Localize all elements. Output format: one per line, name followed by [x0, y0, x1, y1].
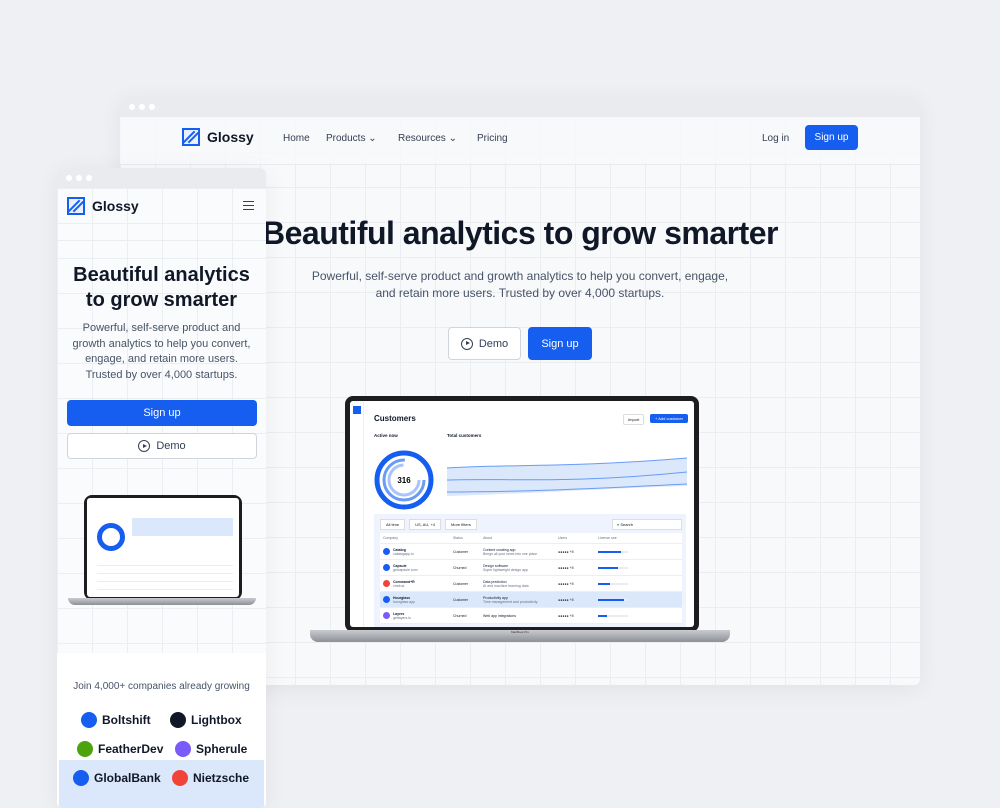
window-titlebar: [120, 97, 920, 117]
mobile-signup-button[interactable]: Sign up: [67, 400, 257, 426]
mobile-demo-button[interactable]: Demo: [67, 433, 257, 459]
social-proof-text: Join 4,000+ companies already growing: [73, 681, 250, 692]
table-row[interactable]: Capsule getcapsule.com Churned Design sof…: [380, 560, 682, 576]
table-row[interactable]: Layers getlayers.io Churned Web app integ…: [380, 608, 682, 624]
column-header: About: [483, 536, 493, 540]
dashboard-title: Customers: [374, 414, 416, 423]
login-link[interactable]: Log in: [762, 133, 789, 144]
chevron-down-icon: ⌄: [448, 133, 457, 144]
active-now-label: Active now: [374, 433, 398, 438]
company-logo-boltshift: Boltshift: [81, 712, 151, 728]
license-use-bar: [598, 566, 628, 569]
import-button[interactable]: Import: [623, 414, 645, 425]
hero-subtitle: Powerful, self-serve product and growth …: [311, 269, 729, 300]
nav-signup-button[interactable]: Sign up: [805, 125, 858, 150]
total-customers-chart: [446, 456, 688, 501]
brand-logo[interactable]: Glossy: [182, 128, 254, 146]
dashboard-preview: Customers Import + Add customer Active n…: [350, 401, 694, 627]
active-now-donut: 316: [374, 450, 434, 510]
mobile-headline: Beautiful analytics to grow smarter: [73, 264, 250, 311]
company-logo-spherule: Spherule: [175, 741, 247, 757]
hero-signup-button[interactable]: Sign up: [528, 327, 592, 360]
license-use-bar: [598, 598, 628, 601]
column-header: License use: [598, 536, 617, 540]
mobile-subtitle: Powerful, self-serve product and growth …: [72, 322, 251, 381]
logo-mark-icon: [172, 770, 188, 786]
nav-home[interactable]: Home: [283, 133, 310, 144]
column-header: Company: [383, 536, 398, 540]
add-customer-button[interactable]: + Add customer: [650, 414, 688, 423]
mobile-brand-logo[interactable]: Glossy: [67, 197, 139, 215]
mobile-laptop-screen: [84, 495, 242, 600]
filter-all-time[interactable]: All time: [380, 519, 406, 530]
play-icon: [460, 337, 473, 350]
dashboard-search[interactable]: ⌕ Search: [612, 519, 682, 530]
brand-name: Glossy: [207, 129, 254, 145]
hero-headline: Beautiful analytics to grow smarter: [262, 215, 778, 251]
nav-resources[interactable]: Resources ⌄: [398, 133, 457, 144]
company-logo-globalbank: GlobalBank: [73, 770, 161, 786]
company-logo-nietzsche: Nietzsche: [172, 770, 249, 786]
demo-button[interactable]: Demo: [448, 327, 521, 360]
company-logo-featherdev: FeatherDev: [77, 741, 163, 757]
play-icon: [138, 440, 151, 452]
nav-pricing[interactable]: Pricing: [477, 133, 508, 144]
table-row[interactable]: Hourglass hourglass.app Customer Producti…: [380, 592, 682, 608]
filter-region[interactable]: US, AU, +4: [409, 519, 442, 530]
logo-mark-icon: [175, 741, 191, 757]
column-header: Users: [558, 536, 568, 540]
column-header: Status: [453, 536, 463, 540]
total-customers-label: Total customers: [447, 433, 482, 438]
laptop-base: MacBook Pro: [310, 630, 730, 642]
logo-mark-icon: [170, 712, 186, 728]
logo-icon: [182, 128, 200, 146]
table-row[interactable]: Catalog catalogapp.io Customer Content cu…: [380, 544, 682, 560]
license-use-bar: [598, 614, 628, 617]
laptop-screen: Customers Import + Add customer Active n…: [345, 396, 699, 632]
active-now-value: 316: [397, 476, 411, 485]
license-use-bar: [598, 582, 628, 585]
table-row[interactable]: Command+R cmdr.ai Customer Data predictio…: [380, 576, 682, 592]
logo-mark-icon: [73, 770, 89, 786]
nav-products[interactable]: Products ⌄: [326, 133, 377, 144]
hamburger-menu-icon[interactable]: [243, 201, 254, 210]
company-logo-lightbox: Lightbox: [170, 712, 242, 728]
logo-mark-icon: [81, 712, 97, 728]
chevron-down-icon: ⌄: [368, 133, 377, 144]
logo-icon: [67, 197, 85, 215]
mobile-window: Glossy Beautiful analytics to grow smarte…: [57, 168, 266, 808]
license-use-bar: [598, 550, 628, 553]
filter-more[interactable]: More filters: [445, 519, 477, 530]
logo-mark-icon: [77, 741, 93, 757]
